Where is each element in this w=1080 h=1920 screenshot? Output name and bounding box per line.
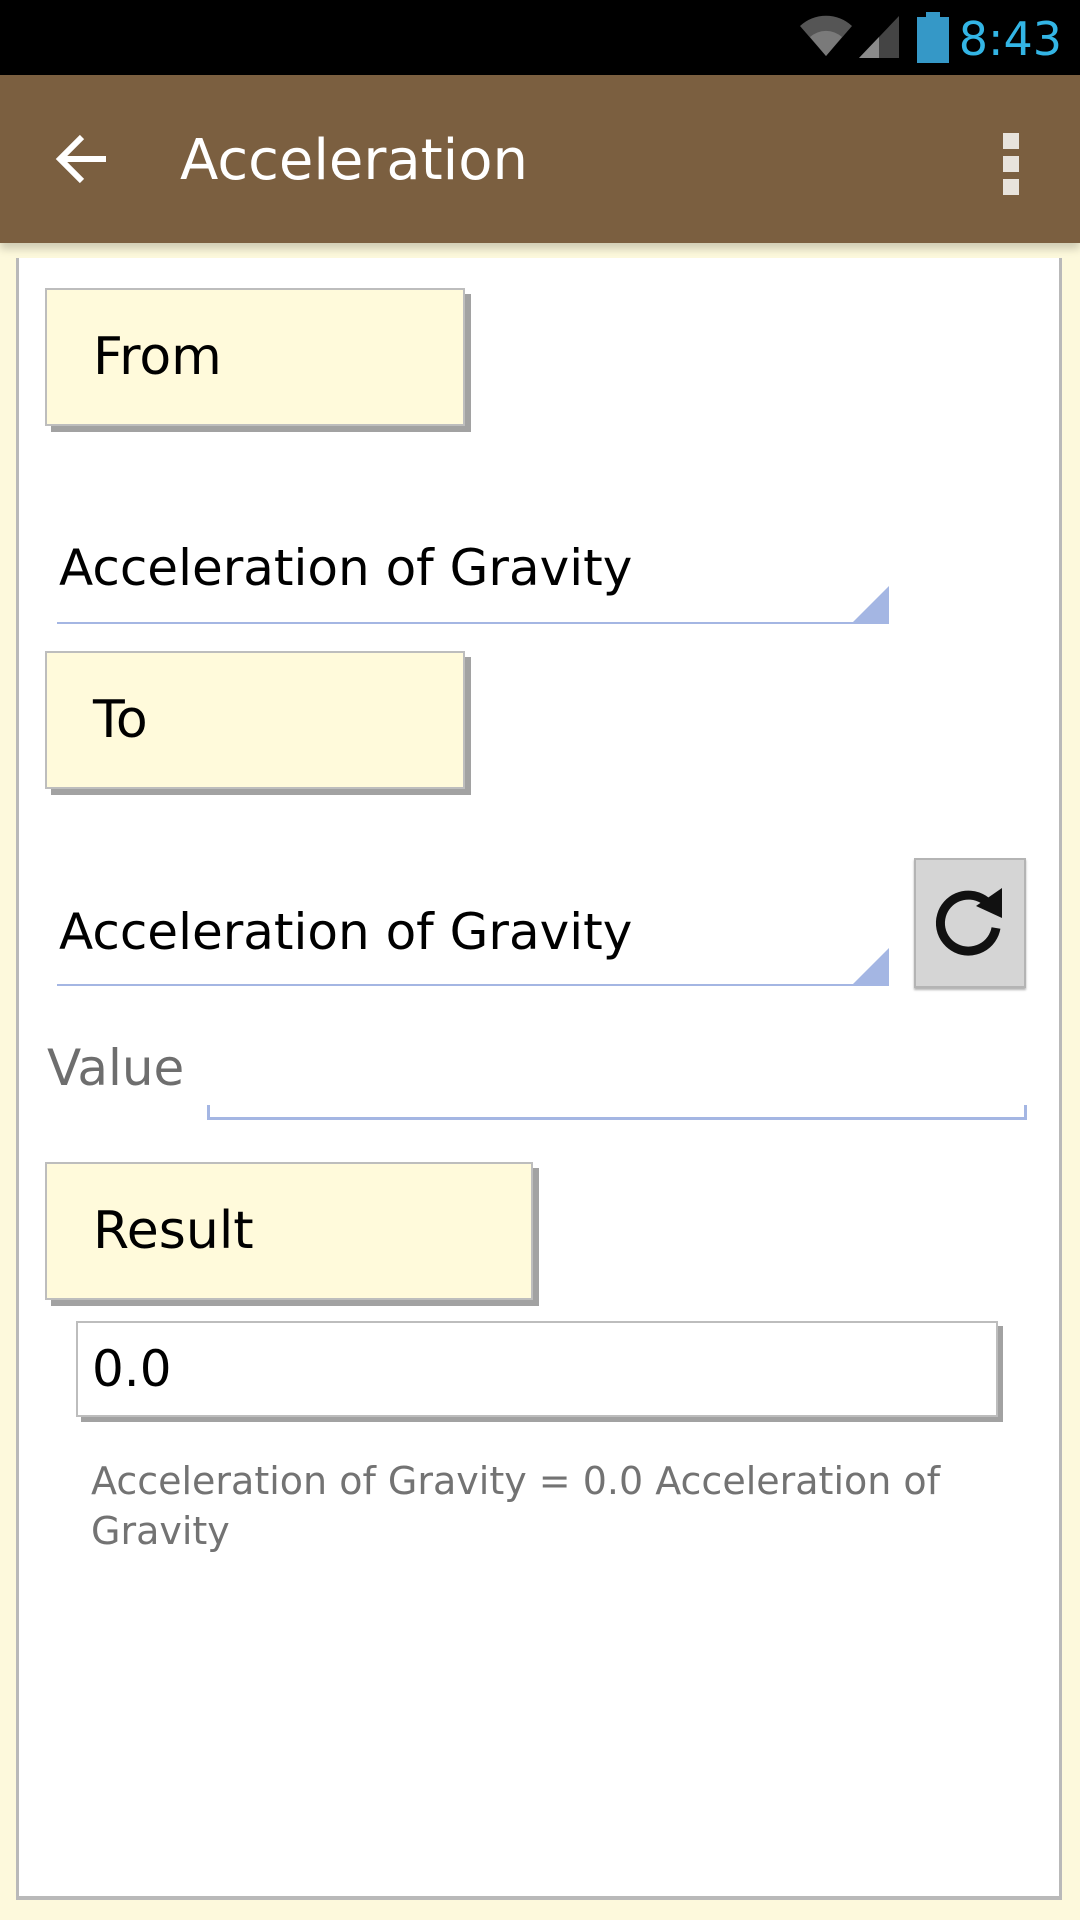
overflow-menu-button[interactable]	[980, 123, 1040, 195]
refresh-icon	[935, 888, 1002, 956]
status-bar: 8:43	[0, 0, 1080, 75]
result-summary: Acceleration of Gravity = 0.0 Accelerati…	[91, 1459, 941, 1553]
value-input[interactable]	[207, 1018, 1027, 1120]
status-time: 8:43	[958, 12, 1062, 66]
result-field: 0.0	[76, 1321, 998, 1417]
page-title: Acceleration	[180, 128, 528, 193]
wifi-icon	[800, 15, 852, 57]
more-vertical-icon	[1003, 133, 1019, 149]
value-label: Value	[47, 1039, 185, 1097]
to-unit-spinner[interactable]: Acceleration of Gravity	[57, 868, 889, 986]
dropdown-arrow-icon	[853, 948, 889, 984]
converter-card: From Acceleration of Gravity To Accelera…	[16, 258, 1062, 1900]
result-label: Result	[45, 1162, 533, 1300]
from-unit-value: Acceleration of Gravity	[59, 539, 633, 597]
from-unit-spinner[interactable]: Acceleration of Gravity	[57, 504, 889, 624]
to-unit-value: Acceleration of Gravity	[59, 903, 633, 961]
dropdown-arrow-icon	[853, 586, 889, 622]
swap-units-button[interactable]	[914, 858, 1026, 988]
back-button[interactable]	[48, 123, 120, 195]
arrow-left-icon	[55, 134, 106, 184]
battery-icon	[917, 12, 949, 63]
to-label: To	[45, 651, 465, 789]
action-bar: Acceleration	[0, 75, 1080, 243]
cell-signal-icon	[859, 16, 899, 58]
from-label: From	[45, 288, 465, 426]
